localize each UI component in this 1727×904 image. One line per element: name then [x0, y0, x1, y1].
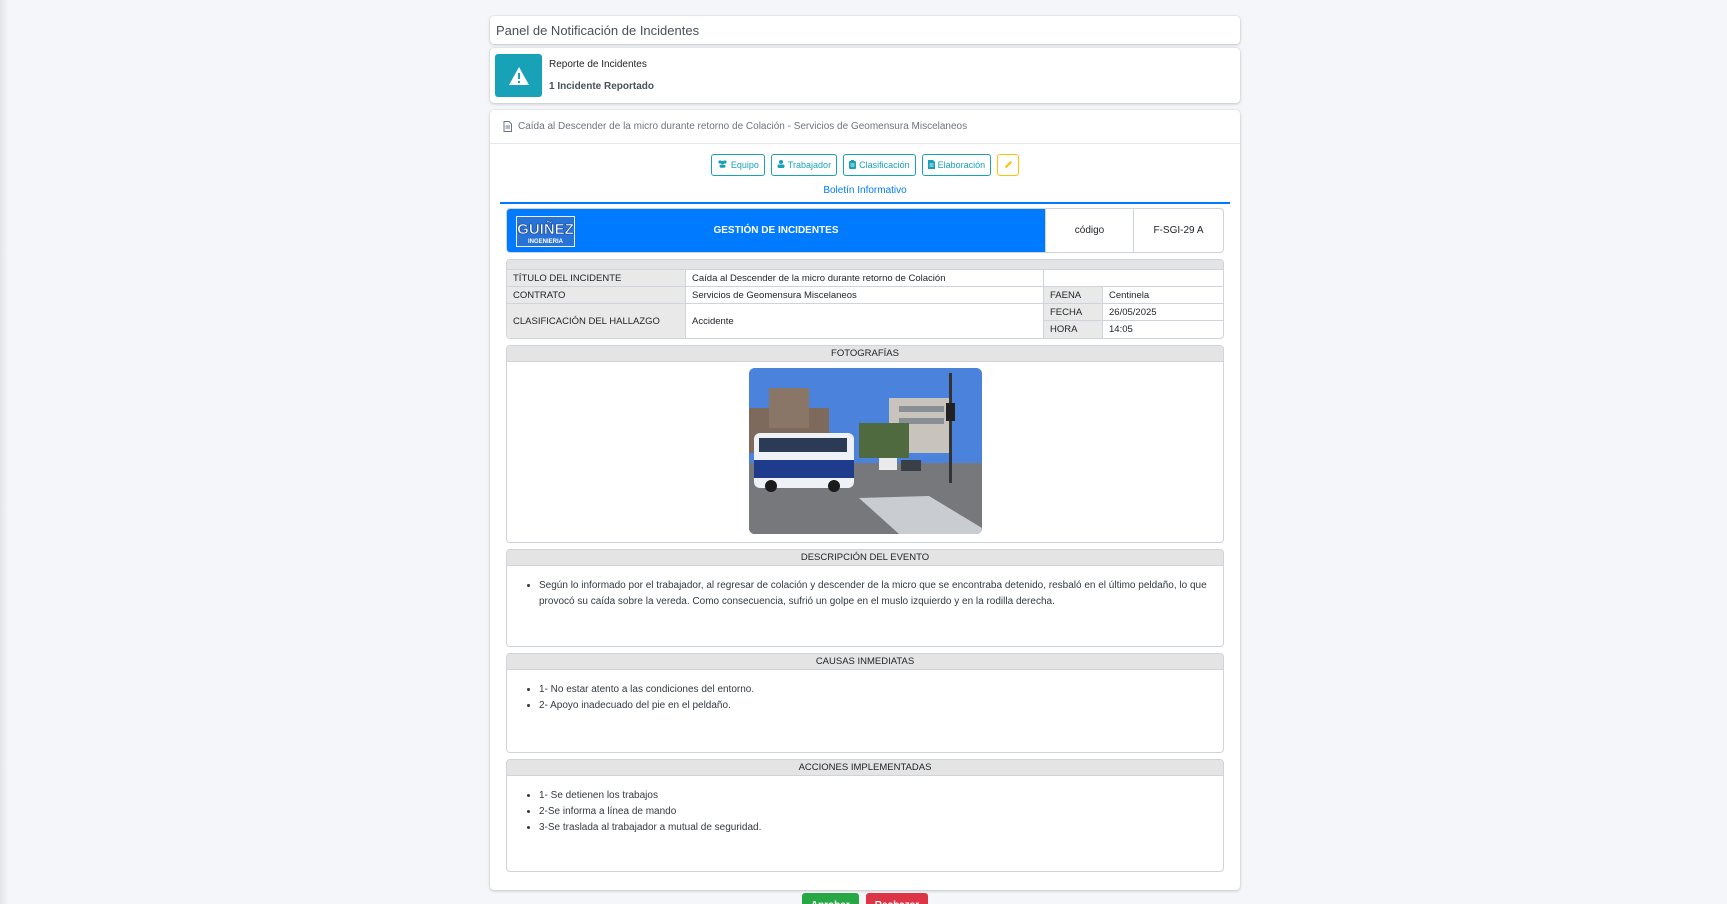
tab-boletin[interactable]: Boletín Informativo: [490, 185, 1240, 196]
acciones-list: 1- Se detienen los trabajos 2-Se informa…: [507, 776, 1223, 836]
users-icon: [717, 160, 728, 170]
elaboracion-label: Elaboración: [937, 160, 986, 170]
incident-card: Caída al Descender de la micro durante r…: [490, 110, 1240, 904]
causas-section: CAUSAS INMEDIATAS 1- No estar atento a l…: [506, 653, 1224, 753]
clasificacion-value: Accidente: [686, 304, 1044, 338]
acciones-section: ACCIONES IMPLEMENTADAS 1- Se detienen lo…: [506, 759, 1224, 872]
fecha-label: FECHA: [1044, 304, 1103, 321]
fotografias-section: FOTOGRAFÍAS: [506, 345, 1224, 543]
equipo-label: Equipo: [730, 160, 759, 170]
warning-icon: [495, 54, 542, 97]
titulo-label: TÍTULO DEL INCIDENTE: [507, 270, 686, 287]
titulo-empty-cell: [1044, 270, 1223, 287]
edit-button[interactable]: [997, 154, 1020, 176]
descripcion-title: DESCRIPCIÓN DEL EVENTO: [507, 550, 1223, 566]
trabajador-label: Trabajador: [787, 160, 832, 170]
causa-item: 1- No estar atento a las condiciones del…: [539, 682, 1223, 698]
descripcion-section: DESCRIPCIÓN DEL EVENTO Según lo informad…: [506, 549, 1224, 647]
clasificacion-label: CLASIFICACIÓN DEL HALLAZGO: [507, 304, 686, 338]
document-header: GUIÑEZ INGENIERIA GESTIÓN DE INCIDENTES …: [506, 208, 1224, 253]
approve-button[interactable]: Aprobar: [801, 893, 859, 904]
titulo-value: Caída al Descender de la micro durante r…: [686, 270, 1044, 287]
incident-header: Caída al Descender de la micro durante r…: [490, 110, 1240, 144]
file-icon: [927, 159, 935, 171]
document-title: GESTIÓN DE INCIDENTES: [713, 225, 839, 236]
causa-item: 2- Apoyo inadecuado del pie en el peldañ…: [539, 698, 1223, 714]
incident-photo[interactable]: [748, 368, 982, 534]
file-icon: [503, 121, 512, 132]
code-value: F-SGI-29 A: [1133, 209, 1223, 252]
trabajador-button[interactable]: Trabajador: [770, 154, 838, 176]
document-brand-bar: GUIÑEZ INGENIERIA GESTIÓN DE INCIDENTES: [507, 209, 1045, 252]
faena-value: Centinela: [1103, 287, 1223, 304]
fecha-value: 26/05/2025: [1103, 304, 1223, 321]
descripcion-list: Según lo informado por el trabajador, al…: [507, 566, 1223, 610]
summary-count: 1 Incidente Reportado: [549, 80, 655, 92]
clasificacion-button[interactable]: Clasificación: [843, 154, 916, 176]
hora-value: 14:05: [1109, 324, 1133, 335]
acciones-title: ACCIONES IMPLEMENTADAS: [507, 760, 1223, 776]
table-top-bar: [507, 260, 1223, 270]
approval-actions: Aprobar Rechazar: [506, 893, 1224, 904]
incident-toolbar: Equipo Trabajador Clasificación Elaborac…: [490, 154, 1240, 176]
logo-text-bottom: INGENIERIA: [528, 239, 564, 245]
bulletin-document: GUIÑEZ INGENIERIA GESTIÓN DE INCIDENTES …: [506, 208, 1224, 904]
descripcion-item: Según lo informado por el trabajador, al…: [539, 578, 1223, 610]
hora-label: HORA: [1044, 321, 1103, 338]
contrato-value: Servicios de Geomensura Miscelaneos: [686, 287, 1044, 304]
tab-underline: [500, 202, 1230, 204]
elaboracion-button[interactable]: Elaboración: [921, 154, 992, 176]
clasificacion-label: Clasificación: [859, 160, 910, 170]
clipboard-icon: [849, 159, 857, 171]
user-icon: [777, 160, 785, 170]
equipo-button[interactable]: Equipo: [710, 154, 765, 176]
summary-text: Reporte de Incidentes 1 Incidente Report…: [549, 54, 654, 98]
accion-item: 2-Se informa a línea de mando: [539, 804, 1223, 820]
incident-title: Caída al Descender de la micro durante r…: [518, 121, 968, 132]
panel-header: Panel de Notificación de Incidentes: [490, 16, 1240, 44]
incident-details-table: TÍTULO DEL INCIDENTE Caída al Descender …: [506, 259, 1224, 339]
contrato-label: CONTRATO: [507, 287, 686, 304]
causas-title: CAUSAS INMEDIATAS: [507, 654, 1223, 670]
pencil-icon: [1004, 160, 1013, 171]
fotografias-title: FOTOGRAFÍAS: [507, 346, 1223, 362]
panel-title: Panel de Notificación de Incidentes: [496, 22, 700, 38]
summary-label: Reporte de Incidentes: [549, 58, 647, 70]
accion-item: 3-Se traslada al trabajador a mutual de …: [539, 820, 1223, 836]
page-edge-shadow: [0, 0, 8, 904]
incident-summary-box: Reporte de Incidentes 1 Incidente Report…: [490, 48, 1240, 103]
incident-panel: Panel de Notificación de Incidentes Repo…: [490, 16, 1240, 904]
accion-item: 1- Se detienen los trabajos: [539, 788, 1223, 804]
reject-button[interactable]: Rechazar: [865, 893, 929, 904]
code-label: código: [1045, 209, 1133, 252]
faena-label: FAENA: [1044, 287, 1103, 304]
causas-list: 1- No estar atento a las condiciones del…: [507, 670, 1223, 714]
